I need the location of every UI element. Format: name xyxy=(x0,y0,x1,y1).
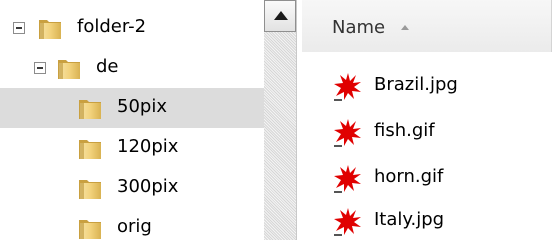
tree-item-50pix[interactable]: 50pix xyxy=(0,88,264,128)
folder-icon xyxy=(79,220,101,239)
tree-item-label: folder-2 xyxy=(77,16,147,37)
column-header-label: Name xyxy=(332,17,386,38)
tree-item-label: de xyxy=(96,56,119,77)
tree-item-orig[interactable]: orig xyxy=(0,208,264,240)
folder-icon xyxy=(58,60,80,79)
vertical-scrollbar[interactable] xyxy=(264,0,296,240)
file-list: Name Brazil.jpg fish.gif horn.gif Italy.… xyxy=(302,0,552,240)
tree-item-label: 300pix xyxy=(117,176,179,197)
file-item[interactable]: fish.gif xyxy=(332,114,542,148)
collapse-icon[interactable] xyxy=(34,62,46,74)
folder-icon xyxy=(79,180,101,199)
file-item[interactable]: Italy.jpg xyxy=(332,203,542,237)
image-file-icon xyxy=(334,119,361,147)
name-column-header[interactable]: Name xyxy=(302,0,552,52)
folder-icon xyxy=(79,140,101,159)
file-item[interactable]: horn.gif xyxy=(332,160,542,194)
file-name: horn.gif xyxy=(374,166,444,187)
tree-item-de[interactable]: de xyxy=(0,48,264,88)
sort-ascending-icon xyxy=(401,25,409,30)
tree-item-120pix[interactable]: 120pix xyxy=(0,128,264,168)
image-file-icon xyxy=(334,73,361,101)
file-item[interactable]: Brazil.jpg xyxy=(332,68,542,102)
folder-icon xyxy=(79,100,101,119)
tree-item-label: 120pix xyxy=(117,136,179,157)
folder-tree: folder-2 de 50pix 120pix 300pix orig xyxy=(0,0,264,240)
tree-item-label: 50pix xyxy=(117,96,167,117)
file-name: fish.gif xyxy=(374,120,435,141)
scroll-up-arrow-icon xyxy=(274,11,288,20)
file-name: Italy.jpg xyxy=(374,209,445,230)
scroll-up-button[interactable] xyxy=(264,0,296,32)
image-file-icon xyxy=(334,208,361,236)
collapse-icon[interactable] xyxy=(13,22,25,34)
image-file-icon xyxy=(334,165,361,193)
tree-item-folder-2[interactable]: folder-2 xyxy=(0,8,264,48)
tree-item-300pix[interactable]: 300pix xyxy=(0,168,264,208)
file-name: Brazil.jpg xyxy=(374,74,458,95)
tree-item-label: orig xyxy=(117,216,152,237)
folder-icon xyxy=(39,20,61,39)
